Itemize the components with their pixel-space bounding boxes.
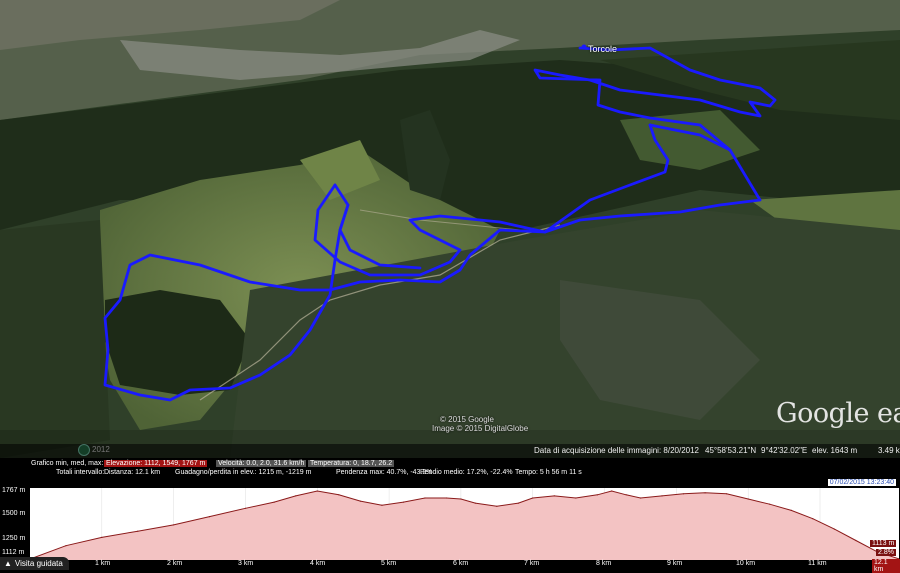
copyright-imagery: Image © 2015 DigitalGlobe [432,424,529,433]
elevation-profile-panel: Grafico min, med, max: Elevazione: 1112,… [0,458,900,573]
latitude: 45°58'53.21"N [705,446,757,455]
x-tick: 9 km [667,560,683,567]
play-tour-icon: ▲ [4,559,12,568]
cursor-elevation-label: 1113 m [870,540,897,547]
max-grade-stat: Pendenza max: 40.7%, -43.2% [336,469,433,476]
x-tick: 7 km [524,560,540,567]
x-tick: 1 km [95,560,111,567]
elevation-point [474,502,476,504]
elevation-point [65,545,67,547]
elevation-point [790,509,792,511]
guided-tour-button[interactable]: ▲ Visita guidata [0,557,69,570]
elevation-point [295,495,297,497]
x-tick: 2 km [167,560,183,567]
copyright-google: © 2015 Google [440,415,494,424]
elevation-point [769,503,771,505]
elevation-point [496,505,498,507]
x-tick: 6 km [453,560,469,567]
guided-tour-label: Visita guidata [14,559,63,568]
imagery-date: Data di acquisizione delle immagini: 8/2… [534,446,699,455]
chart-range-label: Grafico min, med, max: [31,460,104,467]
elevation-point [704,492,706,494]
speed-stat[interactable]: Velocità: 0.0, 2.0, 31.6 km/h [216,460,307,467]
elevation-point [137,530,139,532]
time-stat: Tempo: 5 h 56 m 11 s [515,469,582,476]
elevation-point [575,497,577,499]
elevation-point [833,528,836,530]
elevation-point [639,497,642,499]
elevation-point [596,494,599,496]
elevation-point [338,494,340,496]
elevation-point [316,490,318,492]
elevation-stat[interactable]: Elevazione: 1112, 1549, 1767 m [104,460,208,467]
y-tick: 1112 m [2,549,25,556]
elevation-point [381,504,383,506]
x-tick: 4 km [310,560,326,567]
gain-loss-stat: Guadagno/perdita in elev.: 1215 m, -1219… [175,469,312,476]
elevation-point [553,495,555,497]
elevation-point [747,498,749,500]
elevation-point [101,536,103,538]
elevation-point [726,493,728,495]
elevation: elev. 1643 m [812,446,858,455]
google-earth-logo: Google earth [776,398,900,429]
elevation-point [682,493,685,495]
x-tick: 5 km [381,560,397,567]
longitude: 9°42'32.02"E [761,446,808,455]
avg-grade-stat: Pendio medio: 17.2%, -22.4% [420,469,513,476]
elevation-point [517,502,519,504]
elevation-point [445,497,448,499]
cursor-distance-label: 12.1 km [872,559,900,573]
x-tick: 10 km [736,560,756,567]
x-tick: 3 km [238,560,254,567]
elevation-point [173,524,175,526]
elevation-point [625,494,627,496]
elevation-point [424,497,426,499]
elevation-point [208,516,211,518]
temperature-stat[interactable]: Temperatura: 0, 18.7, 26.2 [308,460,395,467]
satellite-map[interactable]: Torcole © 2015 Google Image © 2015 Digit… [0,0,900,458]
elevation-point [402,501,405,503]
status-bar: Data di acquisizione delle immagini: 8/2… [0,444,900,458]
elevation-profile-svg [30,488,899,560]
map-imagery [0,0,900,458]
elevation-area [30,491,899,560]
elevation-point [855,539,857,542]
elevation-point [273,501,275,503]
x-tick: 11 km [808,560,827,567]
totals-label: Totali intervallo: [56,469,105,476]
distance-stat: Distanza: 12.1 km [104,469,161,476]
y-tick: 1767 m [2,487,26,494]
elevation-point [812,518,814,520]
eye-altitude: 3.49 k [878,446,900,455]
x-tick: 8 km [596,560,612,567]
y-tick: 1250 m [2,535,26,542]
elevation-point [460,498,462,500]
y-tick: 1500 m [2,510,26,517]
cursor-grade-label: 2.8% [876,549,896,556]
elevation-point [244,507,247,509]
elevation-point [611,490,613,492]
elevation-point [661,495,663,497]
elevation-point [532,497,534,499]
timestamp-badge: 07/02/2015 13:23:40 [827,479,896,486]
elevation-profile-chart[interactable] [30,488,899,560]
placemark-label[interactable]: Torcole [588,44,617,54]
elevation-point [359,500,361,502]
